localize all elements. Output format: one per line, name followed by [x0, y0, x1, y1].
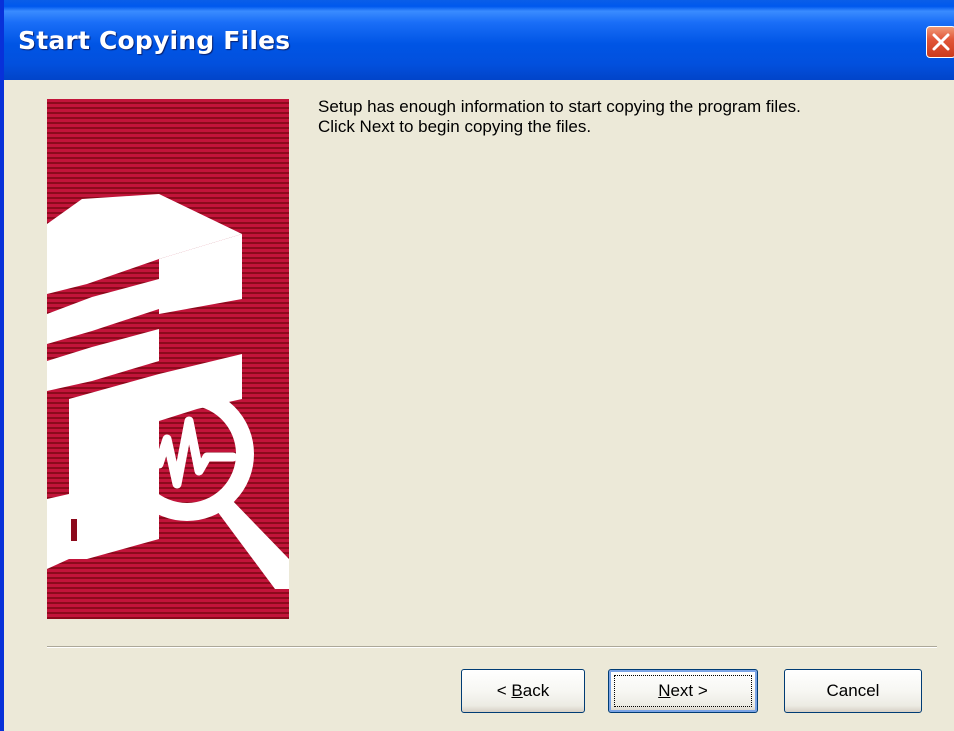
cancel-button[interactable]: Cancel — [784, 669, 922, 713]
window-title: Start Copying Files — [18, 26, 291, 55]
instructions-text: Setup has enough information to start co… — [318, 97, 948, 137]
button-divider — [47, 646, 937, 648]
next-button-label: Next > — [658, 681, 708, 701]
title-bar[interactable]: Start Copying Files — [4, 0, 954, 80]
close-icon — [932, 33, 950, 51]
next-rest: ext > — [670, 681, 708, 700]
setup-dialog: Start Copying Files Setup has enough inf… — [0, 0, 954, 731]
next-mnemonic: N — [658, 681, 671, 700]
next-button[interactable]: Next > — [608, 669, 758, 713]
close-button[interactable] — [926, 26, 954, 58]
server-magnifier-icon — [47, 194, 289, 589]
setup-banner — [47, 99, 289, 619]
instructions-line-2: Click Next to begin copying the files. — [318, 117, 592, 136]
back-mnemonic: B — [511, 681, 523, 700]
dialog-content: Setup has enough information to start co… — [8, 80, 954, 731]
back-button-label: < Back — [497, 681, 549, 701]
back-button[interactable]: < Back — [461, 669, 585, 713]
back-rest: ack — [522, 681, 550, 700]
instructions-line-1: Setup has enough information to start co… — [318, 97, 801, 116]
back-prefix: < — [496, 681, 512, 700]
cancel-button-label: Cancel — [826, 681, 880, 700]
